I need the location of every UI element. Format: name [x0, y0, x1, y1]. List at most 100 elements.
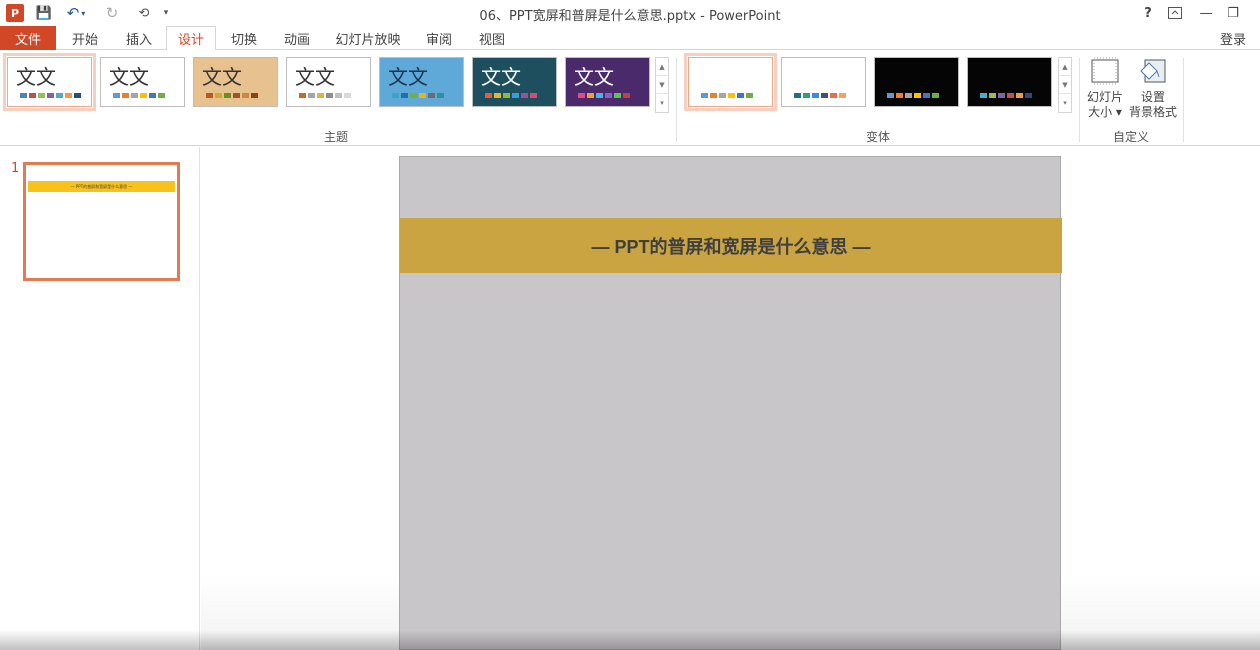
- color-swatch: [299, 93, 306, 98]
- color-swatch: [896, 93, 903, 98]
- window-title: 06、PPT宽屏和普屏是什么意思.pptx - PowerPoint: [479, 9, 781, 24]
- color-swatch: [794, 93, 801, 98]
- slide-thumbnail[interactable]: — PPT的普屏和宽屏是什么意思 —: [23, 162, 180, 281]
- theme-option[interactable]: 文文: [379, 57, 464, 107]
- color-swatches: [485, 93, 537, 98]
- color-swatch: [308, 93, 315, 98]
- color-swatch: [989, 93, 996, 98]
- theme-option[interactable]: 文文: [472, 57, 557, 107]
- scroll-up-icon[interactable]: ▲: [656, 58, 668, 76]
- color-swatches: [113, 93, 165, 98]
- color-swatch: [512, 93, 519, 98]
- tab-view[interactable]: 视图: [467, 26, 517, 50]
- scroll-down-icon[interactable]: ▼: [656, 76, 668, 94]
- ribbon-design: 文文 文文 文文 文文 文文 文文 文文 ▲ ▼ ▾ 主题 ▲ ▼ ▾ 变体 幻灯片 大小 …: [0, 50, 1260, 146]
- title-band[interactable]: — PPT的普屏和宽屏是什么意思 —: [400, 218, 1062, 273]
- color-swatch: [701, 93, 708, 98]
- restore-icon[interactable]: ❐: [1219, 3, 1247, 23]
- color-swatch: [623, 93, 630, 98]
- color-swatch: [392, 93, 399, 98]
- theme-sample-text: 文文: [16, 65, 56, 89]
- color-swatch: [419, 93, 426, 98]
- color-swatch: [47, 93, 54, 98]
- color-swatch: [485, 93, 492, 98]
- color-swatch: [746, 93, 753, 98]
- tab-design[interactable]: 设计: [166, 26, 216, 51]
- theme-sample-text: 文文: [481, 65, 521, 89]
- color-swatch: [74, 93, 81, 98]
- color-swatch: [494, 93, 501, 98]
- variants-scroll-up-icon[interactable]: ▲: [1059, 58, 1071, 76]
- tab-slideshow[interactable]: 幻灯片放映: [330, 26, 406, 50]
- color-swatch: [410, 93, 417, 98]
- color-swatch: [932, 93, 939, 98]
- tab-review[interactable]: 审阅: [414, 26, 464, 50]
- color-swatch: [821, 93, 828, 98]
- slide-size-label-1: 幻灯片: [1086, 90, 1123, 104]
- color-swatch: [521, 93, 528, 98]
- theme-option[interactable]: 文文: [193, 57, 278, 107]
- color-swatch: [20, 93, 27, 98]
- color-swatch: [215, 93, 222, 98]
- theme-option[interactable]: 文文: [100, 57, 185, 107]
- ribbon-display-options-icon[interactable]: [1161, 3, 1189, 23]
- color-swatch: [923, 93, 930, 98]
- ribbon-tabs: 文件 开始 插入 设计 切换 动画 幻灯片放映 审阅 视图 登录: [0, 26, 1260, 51]
- tab-file[interactable]: 文件: [0, 26, 56, 50]
- theme-option[interactable]: 文文: [286, 57, 371, 107]
- variant-option[interactable]: [874, 57, 959, 107]
- theme-option[interactable]: 文文: [565, 57, 650, 107]
- help-icon[interactable]: ?: [1134, 3, 1162, 23]
- color-swatch: [131, 93, 138, 98]
- tab-transitions[interactable]: 切换: [219, 26, 269, 50]
- color-swatch: [437, 93, 444, 98]
- format-background-icon: [1136, 56, 1170, 86]
- customize-group-label: 自定义: [1112, 130, 1149, 144]
- themes-scroll[interactable]: ▲ ▼ ▾: [655, 57, 669, 113]
- color-swatch: [530, 93, 537, 98]
- format-background-button[interactable]: 设置 背景格式: [1128, 56, 1178, 126]
- tab-animations[interactable]: 动画: [272, 26, 322, 50]
- variant-option[interactable]: [781, 57, 866, 107]
- color-swatches: [794, 93, 846, 98]
- sign-in-link[interactable]: 登录: [1220, 29, 1246, 48]
- slide-title[interactable]: — PPT的普屏和宽屏是什么意思 —: [591, 233, 870, 259]
- color-swatches: [206, 93, 258, 98]
- color-swatch: [428, 93, 435, 98]
- thumbnail-title-band: — PPT的普屏和宽屏是什么意思 —: [28, 181, 175, 192]
- variant-option[interactable]: [967, 57, 1052, 107]
- theme-sample-text: 文文: [388, 65, 428, 89]
- color-swatch: [251, 93, 258, 98]
- format-bg-label-1: 设置: [1140, 90, 1165, 104]
- slide-size-button[interactable]: 幻灯片 大小 ▾: [1082, 56, 1128, 126]
- color-swatch: [1007, 93, 1014, 98]
- color-swatch: [38, 93, 45, 98]
- gallery-more-icon[interactable]: ▾: [656, 94, 668, 112]
- color-swatch: [344, 93, 351, 98]
- color-swatch: [335, 93, 342, 98]
- color-swatch: [122, 93, 129, 98]
- color-swatch: [65, 93, 72, 98]
- slide-number: 1: [11, 161, 20, 176]
- color-swatch: [830, 93, 837, 98]
- color-swatches: [887, 93, 939, 98]
- tab-home[interactable]: 开始: [60, 26, 110, 50]
- color-swatch: [596, 93, 603, 98]
- color-swatches: [980, 93, 1032, 98]
- color-swatch: [242, 93, 249, 98]
- color-swatch: [1025, 93, 1032, 98]
- color-swatches: [578, 93, 630, 98]
- variants-more-icon[interactable]: ▾: [1059, 94, 1071, 112]
- slide-canvas[interactable]: — PPT的普屏和宽屏是什么意思 —: [399, 156, 1062, 650]
- variant-option[interactable]: [684, 53, 777, 111]
- color-swatch: [980, 93, 987, 98]
- themes-group-label: 主题: [323, 130, 348, 144]
- variants-scroll-down-icon[interactable]: ▼: [1059, 76, 1071, 94]
- color-swatch: [224, 93, 231, 98]
- theme-option[interactable]: 文文: [3, 53, 96, 111]
- theme-sample-text: 文文: [109, 65, 149, 89]
- tab-insert[interactable]: 插入: [114, 26, 164, 50]
- slide-size-label-2: 大小 ▾: [1088, 105, 1122, 119]
- variants-scroll[interactable]: ▲ ▼ ▾: [1058, 57, 1072, 113]
- minimize-icon[interactable]: —: [1192, 3, 1220, 23]
